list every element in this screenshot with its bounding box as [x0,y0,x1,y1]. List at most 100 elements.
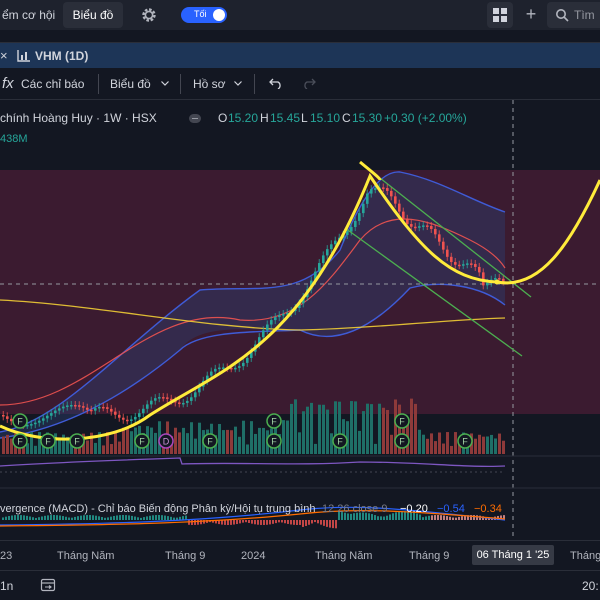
candle-body [470,263,473,265]
marker-label: F [45,437,51,447]
macd-bar [425,516,427,520]
candle-body [30,424,33,426]
macd-bar [233,520,235,525]
macd-bar [281,520,283,523]
macd-bar [98,516,100,520]
macd-bar [104,517,106,520]
macd-bar [17,515,19,520]
marker-label: D [163,437,170,447]
chart-tab-button[interactable]: Biểu đồ [63,2,123,28]
candle-body [234,367,237,370]
macd-bar [455,517,457,520]
volume-bar [426,438,429,454]
price-chart[interactable]: FF F F F FDFF FFF F [0,100,600,540]
candle-body [182,402,185,405]
candle-body [438,234,441,242]
volume-bar [294,399,297,454]
macd-bar [176,517,178,520]
macd-bar [437,515,439,520]
macd-bar [335,520,337,529]
volume-bar [114,432,117,454]
candle-body [278,315,281,318]
macd-bar [389,514,391,520]
chevron-down-icon [234,81,242,86]
gear-icon[interactable] [140,6,158,24]
macd-bar [257,520,259,525]
profile-button[interactable]: Hồ sơ [193,77,226,91]
candle-body [214,368,217,372]
theme-toggle[interactable]: Tối [181,7,227,23]
candle-body [150,400,153,405]
macd-bar [278,520,280,523]
candle-body [410,224,413,227]
date-range-icon[interactable] [40,577,56,593]
interval-button[interactable]: 1n [0,579,13,593]
candle-body [194,392,197,398]
candle-body [134,416,137,420]
macd-bar [179,516,181,520]
indicators-button[interactable]: Các chỉ báo [21,77,84,91]
undo-icon[interactable] [269,77,283,89]
redo-icon[interactable] [302,77,316,89]
macd-bar [74,516,76,520]
volume-bar [494,438,497,454]
marker-label: F [337,437,343,447]
volume-bar [250,421,253,454]
close-icon[interactable]: × [0,48,8,63]
macd-bar [86,515,88,520]
macd-line-value: −0.54 [437,503,465,515]
search-box[interactable]: Tìm [547,2,600,28]
volume-bar [450,445,453,454]
time-tick: 2024 [241,550,266,562]
macd-bar [56,515,58,520]
macd-bar [428,515,430,520]
candle-body [158,397,161,399]
chart-tab-title[interactable]: VHM (1D) [35,49,88,63]
macd-bar [308,520,310,525]
volume-bar [110,444,113,454]
macd-bar [92,515,94,520]
volume-bar [186,433,189,454]
volume-bar [154,432,157,454]
volume-bar [198,422,201,454]
chart-type-button[interactable]: Biểu đồ [110,77,151,91]
plus-icon[interactable]: + [519,2,543,28]
macd-signal-value: −0.34 [474,503,502,515]
open-key: O [218,111,228,125]
time-axis[interactable]: 23 Tháng Năm Tháng 9 2024 Tháng Năm Thán… [0,540,600,570]
candle-body [98,406,101,409]
visibility-icon[interactable] [189,114,201,123]
candle-body [282,314,285,316]
macd-bar [23,515,25,520]
macd-bar [116,515,118,520]
volume-bar [486,436,489,454]
macd-bar [236,520,238,525]
macd-bar [449,516,451,520]
macd-indicator-label[interactable]: vergence (MACD) - Chỉ báo Biến động Phân… [0,503,316,515]
candle-body [362,203,365,214]
macd-bar [152,515,154,520]
candle-body [114,411,117,415]
volume-bar [262,427,265,454]
volume-bar [290,403,293,454]
layout-grid-button[interactable] [487,2,513,28]
screener-tab[interactable]: ểm cơ hội [2,8,55,22]
symbol-name[interactable]: chính Hoàng Huy · 1W · HSX [0,111,157,125]
macd-bar [50,515,52,520]
macd-bar [122,515,124,520]
candle-body [266,324,269,331]
volume-bar [326,409,329,454]
macd-bar [89,515,91,520]
macd-bar [242,520,244,523]
toolbar-divider [180,74,181,94]
search-input[interactable]: Tìm [574,8,595,22]
macd-bar [20,515,22,520]
volume-bar [390,434,393,454]
macd-bar [329,520,331,528]
candle-body [74,405,77,407]
candle-body [154,398,157,401]
macd-bar [383,516,385,520]
macd-bar [293,520,295,525]
volume-bar [238,436,241,454]
close-key: C [342,111,351,125]
